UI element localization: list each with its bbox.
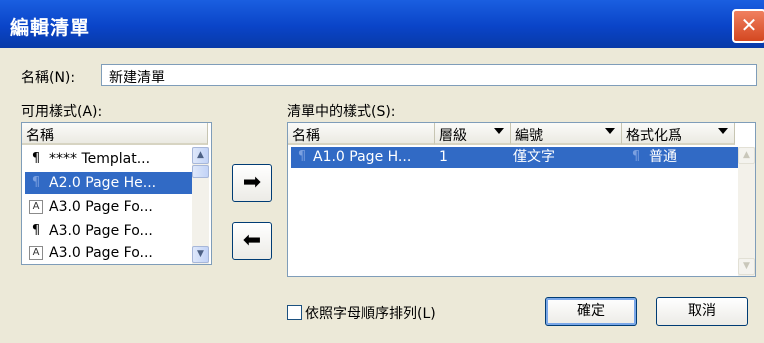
chevron-up-icon: ▲ xyxy=(197,150,204,160)
name-label: 名稱(N): xyxy=(21,70,76,86)
column-header-formatted-as[interactable]: 格式化爲 xyxy=(622,123,735,145)
column-header-level[interactable]: 層級 xyxy=(435,123,511,145)
list-item[interactable]: A A3.0 Page Fo... xyxy=(25,242,195,264)
column-header-label: 格式化爲 xyxy=(626,128,682,144)
available-styles-label: 可用樣式(A): xyxy=(21,104,103,120)
arrow-right-icon: ➡ xyxy=(242,170,262,195)
remove-style-button[interactable]: ⬅ xyxy=(232,222,272,260)
chevron-down-icon: ▼ xyxy=(197,249,204,259)
chevron-down-icon: ▼ xyxy=(743,261,750,271)
dropdown-arrow-icon xyxy=(718,128,728,134)
arrow-left-icon: ⬅ xyxy=(242,228,262,253)
paragraph-icon: ¶ xyxy=(31,223,41,238)
paragraph-icon: ¶ xyxy=(631,149,641,164)
list-item[interactable]: ¶ A2.0 Page He... xyxy=(25,172,195,194)
dropdown-arrow-icon xyxy=(605,128,615,134)
paragraph-icon: ¶ xyxy=(31,151,41,166)
available-scrollbar[interactable]: ▲ ▼ xyxy=(192,147,209,264)
scroll-up-button[interactable]: ▲ xyxy=(738,147,755,164)
table-row[interactable]: ¶ A1.0 Page H... 1 僅文字 ¶ 普通 xyxy=(291,147,738,168)
scroll-down-button[interactable]: ▼ xyxy=(192,246,209,263)
name-field[interactable]: 新建清單 xyxy=(101,64,757,86)
list-item[interactable]: ¶ A3.0 Page Fo... xyxy=(25,220,195,242)
paragraph-icon: ¶ xyxy=(297,149,307,164)
close-button[interactable]: ✕ xyxy=(732,9,764,43)
list-styles-table[interactable]: 名稱 層級 編號 格式化爲 ¶ A1.0 Page H... 1 僅文字 ¶ 普通 … xyxy=(287,122,756,277)
scroll-up-button[interactable]: ▲ xyxy=(192,147,209,164)
sort-alphabetically-label[interactable]: 依照字母順序排列(L) xyxy=(305,303,436,323)
list-styles-label: 清單中的樣式(S): xyxy=(287,104,396,120)
scroll-down-button[interactable]: ▼ xyxy=(738,258,755,275)
chevron-up-icon: ▲ xyxy=(743,150,750,160)
column-header-label: 層級 xyxy=(439,128,467,144)
list-item-label: A3.0 Page Fo... xyxy=(49,245,153,261)
dropdown-arrow-icon xyxy=(494,128,504,134)
cancel-button[interactable]: 取消 xyxy=(656,297,748,326)
available-name-header-label: 名稱 xyxy=(26,128,54,144)
list-styles-scrollbar[interactable]: ▲ ▼ xyxy=(738,147,755,276)
add-style-button[interactable]: ➡ xyxy=(232,164,272,202)
close-icon: ✕ xyxy=(740,13,758,37)
list-item-label: A2.0 Page He... xyxy=(49,175,157,191)
list-item[interactable]: A A3.0 Page Fo... xyxy=(25,196,195,218)
list-item-label: A3.0 Page Fo... xyxy=(49,223,153,239)
title-bar: 編輯清單 ✕ xyxy=(0,0,764,48)
row-name: A1.0 Page H... xyxy=(313,149,412,165)
sort-alphabetically-checkbox[interactable] xyxy=(287,305,302,320)
list-item-label: A3.0 Page Fo... xyxy=(49,199,153,215)
available-name-header[interactable]: 名稱 xyxy=(22,123,208,145)
window-title: 編輯清單 xyxy=(10,17,91,39)
scroll-thumb[interactable] xyxy=(192,165,209,178)
list-item[interactable]: ¶ **** Templat... xyxy=(25,148,195,170)
row-numbering: 僅文字 xyxy=(513,149,555,165)
row-level: 1 xyxy=(439,149,448,165)
paragraph-icon: ¶ xyxy=(31,175,41,190)
available-styles-list[interactable]: 名稱 ¶ **** Templat... ¶ A2.0 Page He... A A3… xyxy=(21,122,212,265)
ok-button[interactable]: 確定 xyxy=(545,297,637,326)
character-icon: A xyxy=(29,246,43,260)
character-icon: A xyxy=(29,200,43,214)
column-header-name[interactable]: 名稱 xyxy=(288,123,435,145)
column-header-numbering[interactable]: 編號 xyxy=(511,123,622,145)
column-header-label: 編號 xyxy=(515,128,543,144)
list-item-label: **** Templat... xyxy=(49,151,151,167)
column-header-label: 名稱 xyxy=(292,128,320,144)
row-formatted-as: 普通 xyxy=(649,149,677,165)
